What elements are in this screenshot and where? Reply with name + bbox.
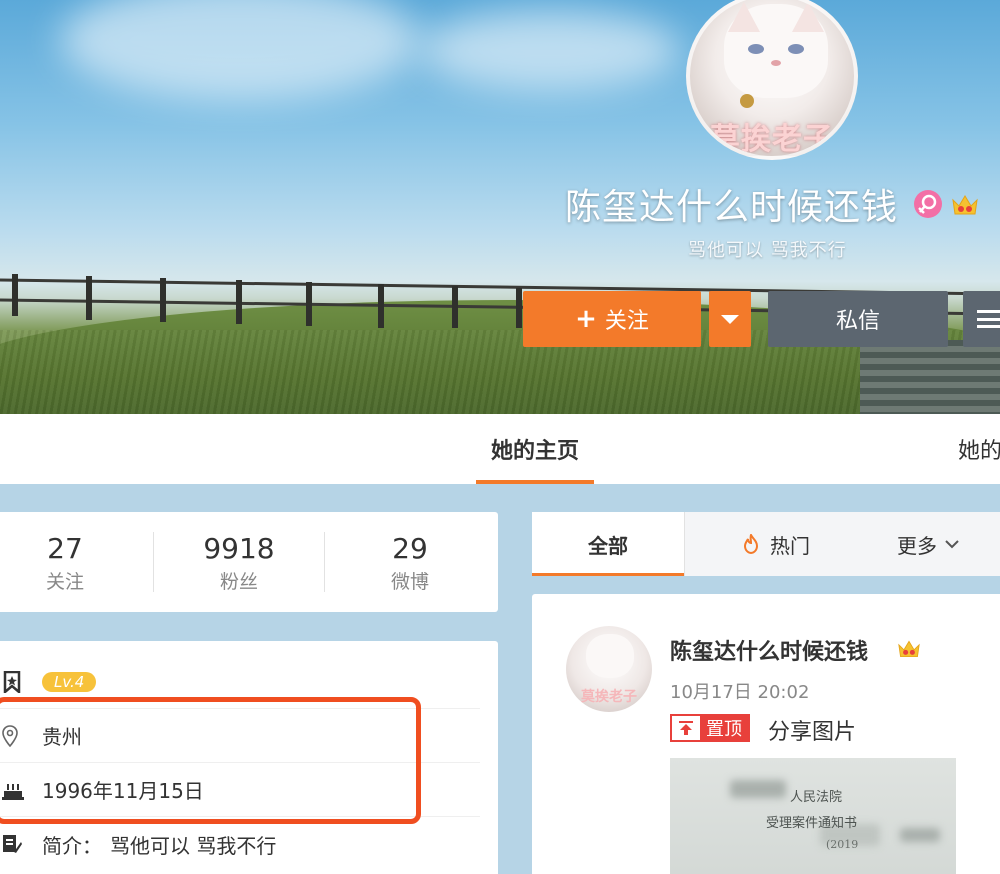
female-icon <box>914 190 942 218</box>
divider <box>684 512 685 576</box>
stat-followers[interactable]: 9918 粉丝 <box>164 512 314 612</box>
profile-cover: 莫挨老子 陈玺达什么时候还钱 骂他可以 骂我不行 + 关注 私信 <box>0 0 1000 414</box>
tab-hot-label: 热门 <box>770 533 810 558</box>
cat-eye <box>788 44 804 54</box>
tab-other[interactable]: 她的 <box>958 414 1000 484</box>
caret-down-icon <box>721 314 739 324</box>
cat-bell <box>740 94 754 108</box>
divider <box>153 532 154 592</box>
blurred-area <box>900 828 940 842</box>
vip-crown-icon[interactable] <box>950 192 980 218</box>
edit-icon <box>0 834 42 854</box>
cat-face <box>586 634 634 678</box>
stat-label: 关注 <box>45 571 84 593</box>
intro-text: 骂他可以 骂我不行 <box>110 833 277 858</box>
post-author[interactable]: 陈玺达什么时候还钱 <box>670 634 868 666</box>
cat-face <box>724 2 828 98</box>
avatar-caption: 莫挨老子 <box>710 122 834 157</box>
profile-nav: 她的主页 她的 <box>0 414 1000 484</box>
info-row-intro: 简介： 骂他可以 骂我不行 <box>0 817 480 871</box>
image-text: (2019 <box>826 838 859 851</box>
tab-home[interactable]: 她的主页 <box>476 414 594 484</box>
stat-posts[interactable]: 29 微博 <box>335 512 485 612</box>
stat-value: 29 <box>392 532 428 565</box>
post-avatar-caption: 莫挨老子 <box>581 689 637 705</box>
feed-tabs: 全部 热门 更多 <box>532 512 1000 576</box>
pin-icon <box>672 716 700 740</box>
follow-button[interactable]: + 关注 <box>523 291 701 347</box>
profile-bio: 骂他可以 骂我不行 <box>688 240 847 261</box>
chevron-down-icon <box>945 540 959 549</box>
image-text: 人民法院 <box>790 790 843 805</box>
hamburger-icon <box>977 310 1000 328</box>
cat-nose <box>771 60 781 66</box>
cat-eye <box>748 44 764 54</box>
cloud-decoration <box>420 10 680 90</box>
divider <box>324 532 325 592</box>
intro-label: 简介： <box>42 833 102 858</box>
post-card: 莫挨老子 陈玺达什么时候还钱 10月17日 20:02 置顶 分享图片 人民法院… <box>532 594 1000 874</box>
post-text: 分享图片 <box>768 720 857 745</box>
cat-ear <box>728 2 760 32</box>
cloud-decoration <box>60 0 420 100</box>
bookmark-icon <box>0 670 42 693</box>
vip-crown-icon[interactable] <box>896 638 922 660</box>
blurred-area <box>730 780 786 798</box>
profile-avatar[interactable]: 莫挨老子 <box>686 0 858 160</box>
tab-more[interactable]: 更多 <box>868 512 988 576</box>
tab-all[interactable]: 全部 <box>532 512 684 576</box>
tab-more-label: 更多 <box>897 533 937 558</box>
stat-label: 粉丝 <box>219 571 258 593</box>
image-text: 受理案件通知书 <box>766 816 858 831</box>
cat-ear <box>792 2 824 32</box>
tab-hot[interactable]: 热门 <box>716 512 836 576</box>
follow-dropdown-button[interactable] <box>709 291 751 347</box>
follow-label: 关注 <box>604 309 649 334</box>
stats-panel: 27 关注 9918 粉丝 29 微博 <box>0 512 498 612</box>
stat-label: 微博 <box>390 571 429 593</box>
post-avatar[interactable]: 莫挨老子 <box>566 626 652 712</box>
stat-value: 27 <box>47 532 83 565</box>
plus-icon: + <box>575 304 597 334</box>
message-button[interactable]: 私信 <box>768 291 948 347</box>
more-menu-button[interactable] <box>963 291 1000 347</box>
message-label: 私信 <box>835 309 880 334</box>
level-badge[interactable]: Lv.4 <box>42 671 97 692</box>
pinned-label: 置顶 <box>700 716 748 740</box>
pinned-badge: 置顶 <box>670 714 750 742</box>
highlight-annotation <box>0 697 421 824</box>
profile-username: 陈玺达什么时候还钱 <box>565 187 899 228</box>
stat-following[interactable]: 27 关注 <box>0 512 140 612</box>
post-image[interactable]: 人民法院 受理案件通知书 (2019 <box>670 758 956 874</box>
stairs-decoration <box>860 340 1000 414</box>
flame-icon <box>743 534 759 554</box>
post-timestamp[interactable]: 10月17日 20:02 <box>670 678 809 704</box>
stat-value: 9918 <box>203 532 275 565</box>
